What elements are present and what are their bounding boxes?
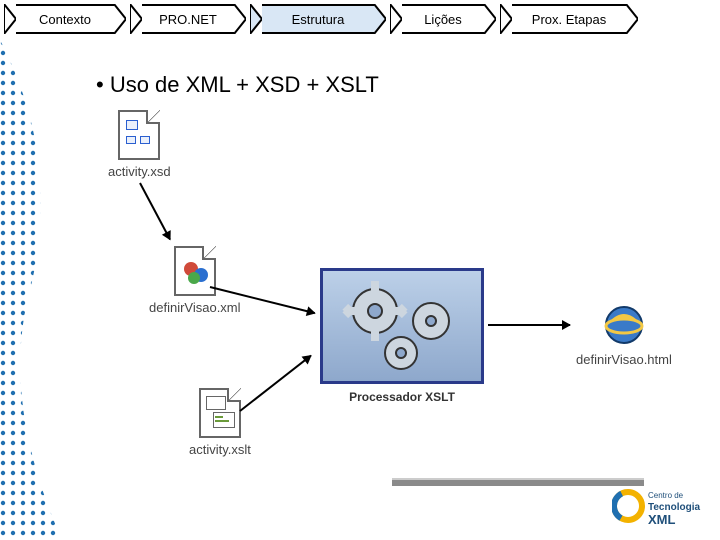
xsd-label: activity.xsd [108, 164, 171, 179]
nav-label: PRO.NET [159, 12, 217, 27]
nav-item-estrutura[interactable]: Estrutura [250, 4, 386, 34]
node-xml: definirVisao.xml [149, 246, 241, 315]
breadcrumb-nav: Contexto PRO.NET Estrutura Lições Prox. … [4, 4, 716, 34]
xml-label: definirVisao.xml [149, 300, 241, 315]
footer-divider [392, 478, 644, 486]
logo-line1: Centro de [648, 491, 684, 500]
xslt-label: activity.xslt [189, 442, 251, 457]
node-html: definirVisao.html [576, 302, 672, 367]
processor-box: Processador XSLT [320, 268, 484, 404]
xslt-file-icon [199, 388, 241, 438]
nav-label: Contexto [39, 12, 91, 27]
html-label: definirVisao.html [576, 352, 672, 367]
logo-line3: XML [648, 512, 676, 527]
nav-item-licoes[interactable]: Lições [390, 4, 496, 34]
slide-heading: • Uso de XML + XSD + XSLT [96, 72, 379, 98]
arrow-proc-html [488, 324, 570, 326]
gears-icon [323, 271, 484, 384]
node-xsd: activity.xsd [108, 110, 171, 179]
xsd-file-icon [118, 110, 160, 160]
nav-label: Lições [424, 12, 462, 27]
nav-item-pronet[interactable]: PRO.NET [130, 4, 246, 34]
left-dot-strip [0, 40, 62, 540]
processor-label: Processador XSLT [320, 390, 484, 404]
browser-icon [601, 302, 647, 348]
footer-logo: Centro de Tecnologia XML [612, 484, 704, 528]
node-xslt: activity.xslt [189, 388, 251, 457]
nav-label: Estrutura [292, 12, 345, 27]
xml-file-icon [174, 246, 216, 296]
nav-item-contexto[interactable]: Contexto [4, 4, 126, 34]
nav-label: Prox. Etapas [532, 12, 606, 27]
arrow-xsd-xml [139, 183, 171, 240]
nav-item-prox-etapas[interactable]: Prox. Etapas [500, 4, 638, 34]
arrow-xslt-proc [239, 355, 311, 412]
